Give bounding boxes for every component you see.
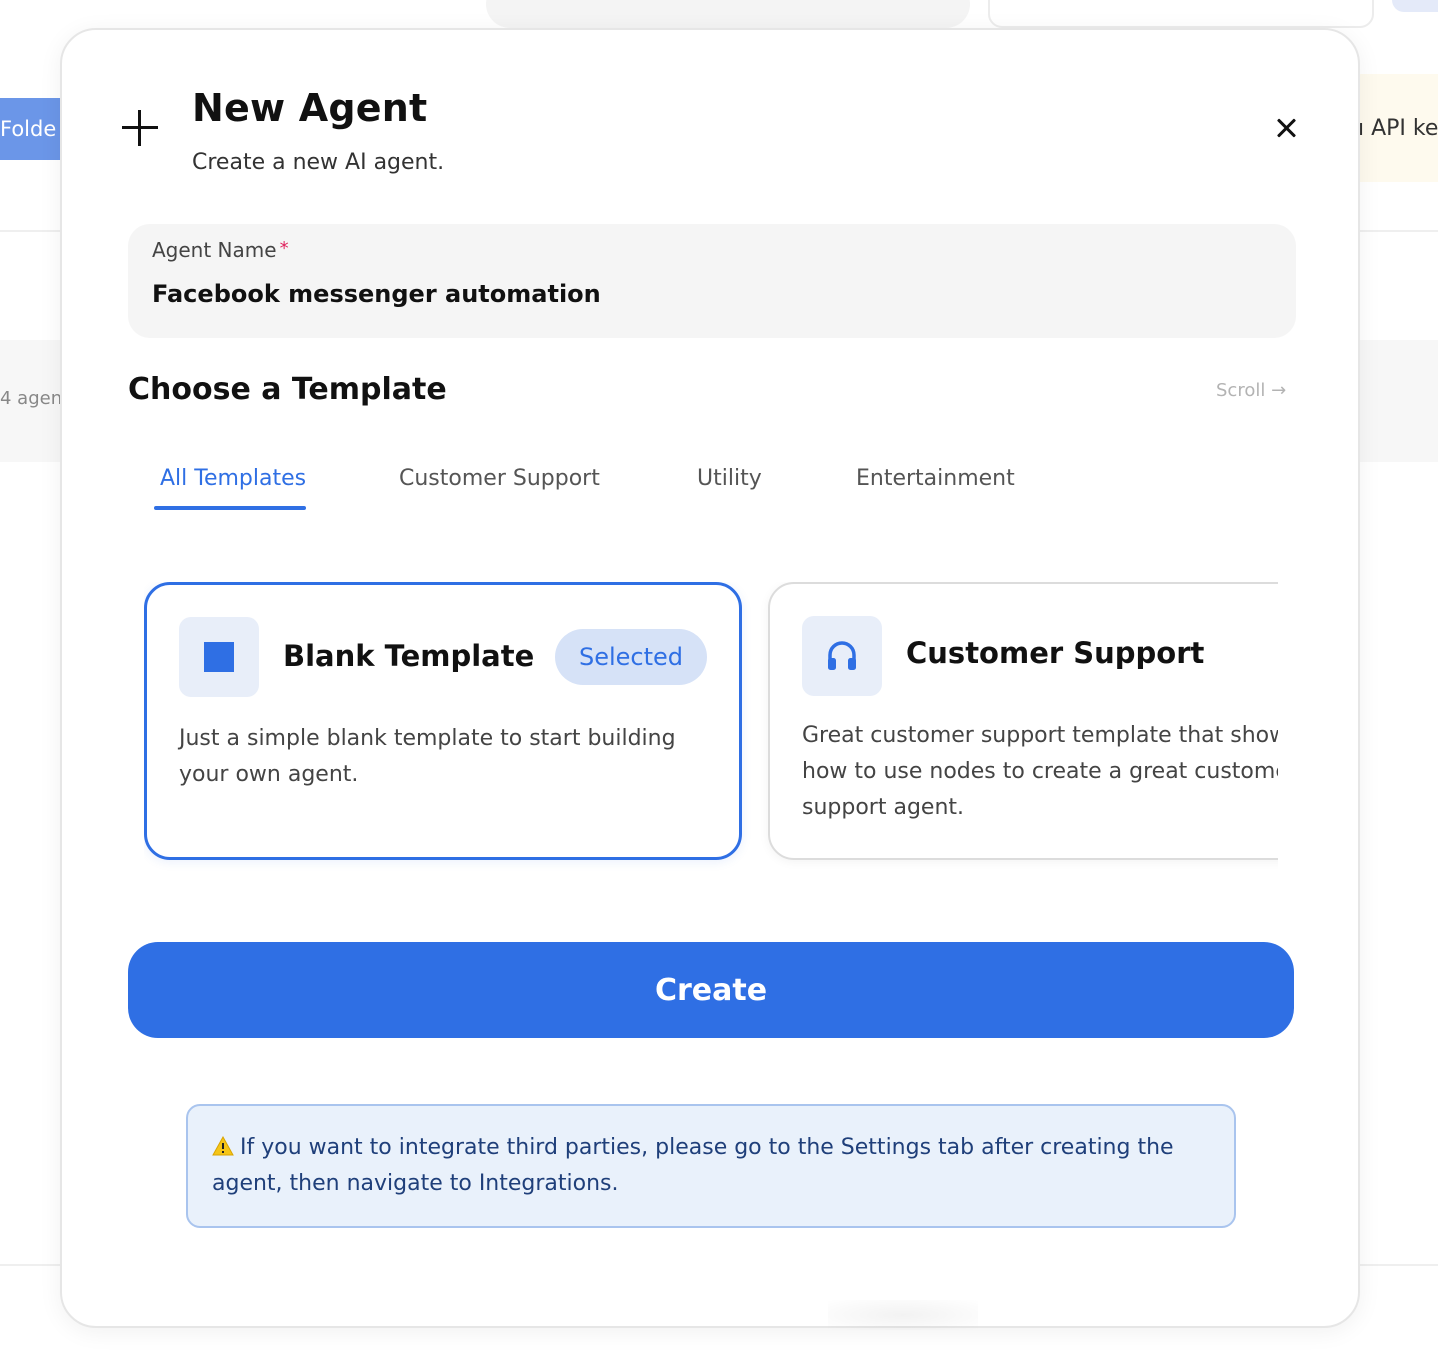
agent-name-input[interactable] [152,280,1272,308]
new-agent-modal: New Agent Create a new AI agent. Agent N… [60,28,1360,1330]
template-card-title: Blank Template [283,639,535,673]
background-top-pill [486,0,970,28]
agent-name-label-text: Agent Name [152,238,277,262]
template-carousel[interactable]: Blank Template Selected Just a simple bl… [144,582,1278,882]
template-card-customer-support[interactable]: Customer Support Great customer support … [768,582,1278,860]
integration-notice: If you want to integrate third parties, … [186,1104,1236,1228]
tab-entertainment[interactable]: Entertainment [856,466,1015,491]
background-agents-count: 4 agent [0,388,70,409]
square-icon [204,642,234,672]
template-icon-box [179,617,259,697]
plus-icon [120,108,160,148]
template-card-title: Customer Support [906,636,1205,670]
template-icon-box [802,616,882,696]
template-card-blank[interactable]: Blank Template Selected Just a simple bl… [144,582,742,860]
selected-badge: Selected [555,629,707,685]
background-search-box [988,0,1374,28]
decorative-shadow [828,1300,978,1330]
choose-template-heading: Choose a Template [128,372,447,407]
template-card-description: Just a simple blank template to start bu… [179,726,676,787]
background-api-key-button: ı API ke [1356,74,1438,182]
background-top-button [1392,0,1438,12]
headphones-icon [828,641,856,670]
tab-utility[interactable]: Utility [697,466,762,491]
warning-icon [212,1136,234,1156]
active-tab-indicator [154,506,306,510]
agent-name-field[interactable]: Agent Name * [128,224,1296,338]
background-folder-button: Folde [0,98,62,160]
template-card-description: Great customer support template that sho… [802,723,1278,820]
tab-customer-support[interactable]: Customer Support [399,466,600,491]
required-mark: * [279,238,289,259]
modal-title: New Agent [192,86,428,130]
close-icon[interactable] [1268,110,1304,146]
create-button[interactable]: Create [128,942,1294,1038]
tab-all-templates[interactable]: All Templates [160,466,306,491]
integration-notice-text: If you want to integrate third parties, … [212,1135,1174,1196]
agent-name-label: Agent Name * [152,238,1272,262]
scroll-hint: Scroll → [1216,380,1287,401]
modal-subtitle: Create a new AI agent. [192,150,445,175]
